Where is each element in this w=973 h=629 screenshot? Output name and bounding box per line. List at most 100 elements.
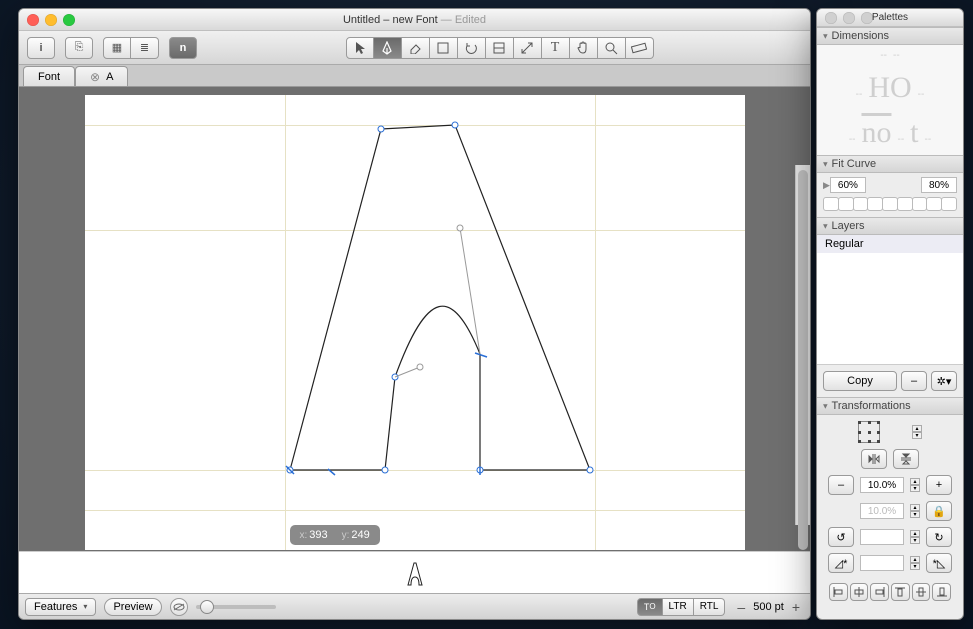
layer-remove-button[interactable]: – [901, 371, 927, 391]
pointer-tool[interactable] [346, 37, 374, 59]
hand-icon [576, 41, 590, 55]
align-left-button[interactable] [829, 583, 848, 601]
size-decrease[interactable]: – [733, 599, 749, 615]
n-button[interactable]: n [169, 37, 197, 59]
fitcurve-high[interactable]: 80% [921, 177, 957, 193]
fitcurve-segments[interactable] [817, 197, 963, 217]
features-dropdown[interactable]: Features [25, 598, 96, 616]
dir-rtl[interactable]: RTL [694, 598, 726, 616]
rotate-ccw-button[interactable]: ↺ [828, 527, 854, 547]
layer-item[interactable]: Regular [817, 235, 963, 253]
zoom-tool[interactable] [598, 37, 626, 59]
glyph-canvas[interactable]: x:393 y:249 [85, 95, 745, 550]
slant-right-button[interactable]: *◺ [926, 553, 952, 573]
layer-copy-button[interactable]: Copy [823, 371, 897, 391]
fitcurve-header[interactable]: Fit Curve [817, 155, 963, 173]
tab-close-icon[interactable]: ⊗ [90, 70, 100, 84]
view-grid-button[interactable]: ▦ [103, 37, 131, 59]
layers-header[interactable]: Layers [817, 217, 963, 235]
canvas-area: x:393 y:249 [19, 87, 810, 551]
scale-down-button[interactable]: – [828, 475, 854, 495]
align-right-button[interactable] [870, 583, 889, 601]
layer-options-button[interactable]: ✲▾ [931, 371, 957, 391]
align-icon [493, 42, 505, 54]
title-document: Untitled – new Font [343, 14, 438, 26]
align-tool[interactable] [486, 37, 514, 59]
preview-slider[interactable] [196, 605, 276, 609]
tab-label: A [106, 71, 113, 83]
lock-icon: 🔒 [932, 505, 946, 518]
text-direction-segment: TO LTR RTL [637, 598, 726, 616]
scale-tool[interactable] [514, 37, 542, 59]
titlebar: Untitled – new Font — Edited [19, 9, 810, 31]
slant-value[interactable] [860, 555, 904, 571]
vertical-scrollbar[interactable] [795, 165, 810, 525]
dim-sample-caps: HO [868, 71, 911, 105]
dim-sample-t: t [910, 116, 918, 150]
flip-v-icon [900, 452, 912, 466]
hand-tool[interactable] [570, 37, 598, 59]
text-tool[interactable]: T [542, 37, 570, 59]
fitcurve-row: ▶ 60% 80% [817, 173, 963, 197]
rotate-stepper[interactable]: ▴▾ [910, 530, 920, 544]
glyph-outline [85, 95, 745, 550]
main-window: Untitled – new Font — Edited i ⎘ ▦ ≣ n [18, 8, 811, 620]
size-increase[interactable]: + [788, 599, 804, 615]
point-size-value: 500 pt [753, 601, 784, 613]
rotate-ccw-icon: ↺ [836, 531, 845, 544]
layers-list: Regular [817, 235, 963, 365]
scale-up-button[interactable]: + [926, 475, 952, 495]
view-list-button[interactable]: ≣ [131, 37, 159, 59]
palette-titlebar: Palettes [817, 9, 963, 27]
rotate-cw-button[interactable]: ↻ [926, 527, 952, 547]
primitive-tool[interactable] [430, 37, 458, 59]
align-vcenter-button[interactable] [912, 583, 931, 601]
eye-icon [173, 603, 185, 611]
tab-bar: Font ⊗ A [19, 65, 810, 87]
slant-left-icon: ◿* [835, 557, 848, 570]
ruler-icon [631, 42, 647, 54]
dimensions-header[interactable]: Dimensions [817, 27, 963, 45]
rotate-value[interactable] [860, 529, 904, 545]
measure-tool[interactable] [626, 37, 654, 59]
scroll-thumb[interactable] [798, 170, 808, 550]
window-title: Untitled – new Font — Edited [19, 14, 810, 26]
info-button[interactable]: i [27, 37, 55, 59]
slant-left-button[interactable]: ◿* [828, 553, 854, 573]
align-hcenter-button[interactable] [850, 583, 869, 601]
tab-font[interactable]: Font [23, 66, 75, 86]
dimensions-panel: ---- -- HO -- -- no -- t -- [817, 45, 963, 155]
scale-value-2: 10.0% [860, 503, 904, 519]
rotate-tool[interactable] [458, 37, 486, 59]
preview-strip [19, 551, 810, 593]
transform-origin-grid[interactable] [858, 421, 880, 443]
flip-horizontal-button[interactable] [861, 449, 887, 469]
fitcurve-low[interactable]: 60% [830, 177, 866, 193]
flip-vertical-button[interactable] [893, 449, 919, 469]
align-bottom-button[interactable] [932, 583, 951, 601]
fitcurve-disclosure[interactable]: ▶ [823, 180, 830, 191]
dir-ltr[interactable]: LTR [663, 598, 694, 616]
dir-to[interactable]: TO [637, 598, 663, 616]
origin-stepper[interactable]: ▴▾ [912, 425, 922, 439]
transformations-header[interactable]: Transformations [817, 397, 963, 415]
gear-icon: ✲▾ [937, 375, 952, 388]
scale1-stepper[interactable]: ▴▾ [910, 478, 920, 492]
layers-buttons: Copy – ✲▾ [817, 365, 963, 397]
slider-thumb[interactable] [200, 600, 214, 614]
scale2-stepper[interactable]: ▴▾ [910, 504, 920, 518]
palette-window: Palettes Dimensions ---- -- HO -- -- no … [816, 8, 964, 620]
undo-icon [464, 42, 478, 54]
palette-title: Palettes [817, 12, 963, 23]
point-size-control: – 500 pt + [733, 599, 804, 615]
eye-toggle[interactable] [170, 598, 188, 616]
export-button[interactable]: ⎘ [65, 37, 93, 59]
preview-button[interactable]: Preview [104, 598, 161, 616]
pen-tool[interactable] [374, 37, 402, 59]
slant-stepper[interactable]: ▴▾ [910, 556, 920, 570]
erase-tool[interactable] [402, 37, 430, 59]
align-top-button[interactable] [891, 583, 910, 601]
tab-glyph-a[interactable]: ⊗ A [75, 66, 128, 86]
lock-ratio-button[interactable]: 🔒 [926, 501, 952, 521]
scale-value-1[interactable]: 10.0% [860, 477, 904, 493]
